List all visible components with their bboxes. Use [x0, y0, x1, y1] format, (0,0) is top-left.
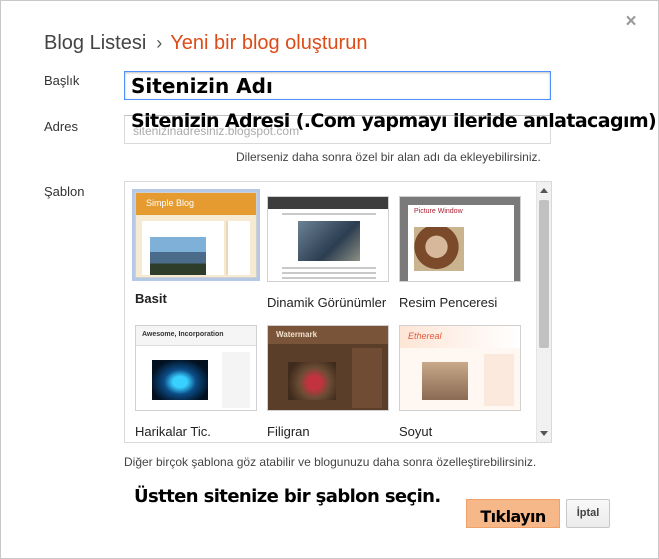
template-tile-dynamic[interactable]: Dinamik Görünümler: [267, 196, 393, 310]
preview-title: Simple Blog: [146, 198, 195, 208]
template-gallery: Simple Blog Basit Dinamik Görünümler Pic…: [124, 181, 552, 443]
template-label: Şablon: [44, 184, 85, 199]
template-preview-watermark: Watermark: [267, 325, 389, 411]
template-preview-simple: Simple Blog: [132, 189, 260, 281]
create-blog-dialog: × Blog Listesi › Yeni bir blog oluşturun B…: [0, 0, 659, 559]
title-label: Başlık: [44, 73, 80, 88]
preview-title: Ethereal: [408, 331, 442, 341]
preview-title: Watermark: [276, 330, 318, 339]
scroll-thumb[interactable]: [539, 200, 549, 348]
cancel-button[interactable]: İptal: [566, 499, 610, 528]
template-hint: Diğer birçok şablona göz atabilir ve blo…: [124, 455, 537, 469]
title-input[interactable]: [131, 74, 544, 97]
template-scrollbar[interactable]: [536, 182, 551, 442]
title-field[interactable]: [124, 71, 551, 100]
dialog-header: Blog Listesi › Yeni bir blog oluşturun: [44, 31, 367, 55]
close-icon[interactable]: ×: [623, 12, 639, 31]
template-name: Harikalar Tic.: [135, 424, 211, 439]
template-name: Soyut: [399, 424, 433, 439]
breadcrumb-separator-icon: ›: [156, 33, 163, 53]
template-preview-awesome: Awesome, Incorporation: [135, 325, 257, 411]
scroll-down-icon[interactable]: [540, 431, 548, 436]
scroll-up-icon[interactable]: [540, 188, 548, 193]
page-title: Yeni bir blog oluşturun: [170, 32, 368, 54]
create-blog-button[interactable]: Tıklayın: [466, 499, 560, 528]
template-name: Filigran: [267, 424, 310, 439]
template-tile-ethereal[interactable]: Ethereal Soyut: [399, 325, 525, 439]
template-preview-dynamic: [267, 196, 389, 282]
template-tile-awesome[interactable]: Awesome, Incorporation Harikalar Tic.: [135, 325, 261, 439]
template-name: Basit: [135, 291, 167, 306]
address-hint: Dilerseniz daha sonra özel bir alan adı …: [236, 150, 541, 164]
template-tile-watermark[interactable]: Watermark Filigran: [267, 325, 393, 439]
preview-title: Picture Window: [414, 208, 463, 215]
preview-title: Awesome, Incorporation: [142, 331, 224, 338]
template-tile-basit[interactable]: Simple Blog Basit: [132, 189, 261, 306]
template-preview-ethereal: Ethereal: [399, 325, 521, 411]
template-annotation: Üstten sitenize bir şablon seçin.: [134, 486, 441, 507]
template-name: Resim Penceresi: [399, 295, 498, 310]
address-annotation: Sitenizin Adresi (.Com yapmayı ileride a…: [131, 110, 657, 132]
breadcrumb-blog-list[interactable]: Blog Listesi: [44, 32, 146, 54]
template-name: Dinamik Görünümler: [267, 295, 387, 310]
template-preview-picture-window: Picture Window: [399, 196, 521, 282]
template-tile-picture-window[interactable]: Picture Window Resim Penceresi: [399, 196, 525, 310]
address-label: Adres: [44, 119, 78, 134]
